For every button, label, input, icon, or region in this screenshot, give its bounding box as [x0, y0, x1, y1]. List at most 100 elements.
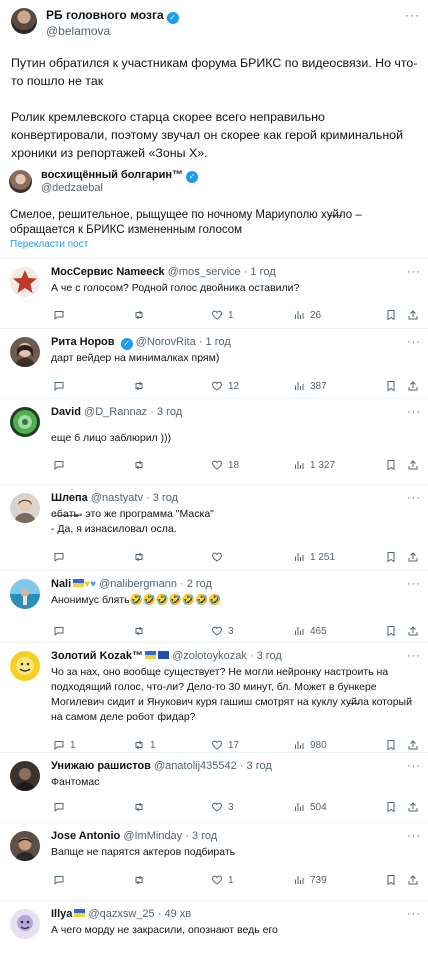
retweet-button[interactable]: [133, 459, 150, 471]
share-button[interactable]: [407, 551, 419, 563]
bookmark-button[interactable]: [385, 625, 397, 637]
reply-timestamp[interactable]: · 3 год: [240, 760, 272, 772]
avatar[interactable]: [10, 831, 40, 861]
like-button[interactable]: 12: [211, 380, 239, 392]
translate-post-link[interactable]: Перекласти пост: [10, 239, 88, 250]
share-button[interactable]: [407, 739, 419, 751]
like-button[interactable]: 18: [211, 459, 239, 471]
like-button[interactable]: 3: [211, 801, 234, 813]
retweet-button[interactable]: [133, 874, 150, 886]
reply-button[interactable]: [53, 309, 70, 321]
reply-timestamp[interactable]: · 1 год: [244, 266, 276, 278]
reply-timestamp[interactable]: · 3 год: [185, 830, 217, 842]
avatar[interactable]: [9, 170, 32, 193]
retweet-button[interactable]: [133, 380, 150, 392]
retweet-button[interactable]: [133, 309, 150, 321]
retweet-button[interactable]: [133, 801, 150, 813]
author-name[interactable]: РБ головного мозга ✓: [46, 8, 179, 24]
reply-button[interactable]: [53, 625, 70, 637]
reply-author-name[interactable]: Шлепа: [51, 492, 88, 504]
bookmark-button[interactable]: [385, 459, 397, 471]
reply-button[interactable]: [53, 380, 70, 392]
share-button[interactable]: [407, 459, 419, 471]
reply-timestamp[interactable]: · 2 год: [180, 578, 212, 590]
reply-author-handle[interactable]: @anatolij435542: [154, 760, 237, 772]
reply-author-handle[interactable]: @D_Rannaz: [84, 406, 147, 418]
like-button[interactable]: 3: [211, 625, 234, 637]
views-button[interactable]: 26: [293, 309, 321, 321]
reply-author-name[interactable]: Рита Норов: [51, 336, 115, 348]
retweet-button[interactable]: [133, 551, 150, 563]
avatar[interactable]: [10, 909, 40, 939]
reply-item[interactable]: МосСервис Nameeck @mos_service · 1 год ·…: [0, 258, 428, 328]
reply-author-handle[interactable]: @qazxsw_25: [88, 908, 154, 920]
views-button[interactable]: 1 251: [293, 551, 335, 563]
more-options-icon[interactable]: ···: [407, 908, 421, 920]
like-button[interactable]: 1: [211, 874, 234, 886]
reply-item[interactable]: Унижаю рашистов @anatolij435542 · 3 год …: [0, 752, 428, 822]
retweet-button[interactable]: 1: [133, 739, 156, 751]
like-button[interactable]: 17: [211, 739, 239, 751]
quoted-author-name[interactable]: восхищённый болгарин™ ✓: [41, 169, 198, 183]
reply-item[interactable]: Nali ♥♥ @nalibergmann · 2 год ··· Анониму…: [0, 570, 428, 642]
reply-author-handle[interactable]: @nastyatv: [91, 492, 143, 504]
reply-author-name[interactable]: Illya: [51, 908, 72, 920]
more-options-icon[interactable]: ···: [405, 8, 420, 22]
reply-item[interactable]: Illya @qazxsw_25 · 49 хв ··· А чего морд…: [0, 900, 428, 967]
reply-author-handle[interactable]: @ImMinday: [123, 830, 182, 842]
author-handle[interactable]: @belamova: [46, 24, 110, 38]
reply-item[interactable]: Jose Antonio @ImMinday · 3 год ··· Вапще…: [0, 822, 428, 900]
avatar[interactable]: [10, 407, 40, 437]
more-options-icon[interactable]: ···: [407, 578, 421, 590]
reply-author-handle[interactable]: @zolotoykozak: [172, 650, 247, 662]
reply-button[interactable]: [53, 551, 70, 563]
more-options-icon[interactable]: ···: [407, 266, 421, 278]
more-options-icon[interactable]: ···: [407, 760, 421, 772]
avatar[interactable]: [10, 267, 40, 297]
avatar[interactable]: [10, 337, 40, 367]
more-options-icon[interactable]: ···: [407, 336, 421, 348]
avatar[interactable]: [10, 579, 40, 609]
views-button[interactable]: 1 327: [293, 459, 335, 471]
bookmark-button[interactable]: [385, 309, 397, 321]
views-button[interactable]: 980: [293, 739, 327, 751]
more-options-icon[interactable]: ···: [407, 492, 421, 504]
reply-timestamp[interactable]: · 49 хв: [158, 908, 191, 920]
views-button[interactable]: 739: [293, 874, 327, 886]
reply-author-name[interactable]: David: [51, 406, 81, 418]
reply-button[interactable]: 1: [53, 739, 76, 751]
views-button[interactable]: 387: [293, 380, 327, 392]
retweet-button[interactable]: [133, 625, 150, 637]
share-button[interactable]: [407, 874, 419, 886]
views-button[interactable]: 504: [293, 801, 327, 813]
like-button[interactable]: [211, 551, 228, 563]
reply-author-name[interactable]: Золотий Kozak™: [51, 650, 143, 662]
avatar[interactable]: [11, 8, 37, 34]
more-options-icon[interactable]: ···: [407, 830, 421, 842]
avatar[interactable]: [10, 761, 40, 791]
reply-item[interactable]: Шлепа @nastyatv · 3 год ··· е̶б̶а̶т̶ь̶- …: [0, 484, 428, 570]
reply-timestamp[interactable]: · 3 год: [150, 406, 182, 418]
reply-author-name[interactable]: Унижаю рашистов: [51, 760, 151, 772]
reply-author-name[interactable]: Nali: [51, 578, 71, 590]
like-button[interactable]: 1: [211, 309, 234, 321]
reply-item[interactable]: Рита Норов ✓ @NorovRita · 1 год ··· дарт…: [0, 328, 428, 398]
more-options-icon[interactable]: ···: [407, 406, 421, 418]
bookmark-button[interactable]: [385, 801, 397, 813]
reply-timestamp[interactable]: · 1 год: [199, 336, 231, 348]
views-button[interactable]: 465: [293, 625, 327, 637]
reply-button[interactable]: [53, 801, 70, 813]
bookmark-button[interactable]: [385, 874, 397, 886]
reply-author-handle[interactable]: @NorovRita: [136, 336, 196, 348]
reply-item[interactable]: David @D_Rannaz · 3 год ··· еще б лицо з…: [0, 398, 428, 484]
more-options-icon[interactable]: ···: [407, 650, 421, 662]
reply-button[interactable]: [53, 459, 70, 471]
quoted-author-handle[interactable]: @dedzaebal: [41, 182, 103, 194]
reply-item[interactable]: Золотий Kozak™ @zolotoykozak · 3 год ···…: [0, 642, 428, 752]
bookmark-button[interactable]: [385, 551, 397, 563]
avatar[interactable]: [10, 651, 40, 681]
share-button[interactable]: [407, 309, 419, 321]
share-button[interactable]: [407, 380, 419, 392]
reply-timestamp[interactable]: · 3 год: [250, 650, 282, 662]
reply-author-handle[interactable]: @nalibergmann: [99, 578, 177, 590]
